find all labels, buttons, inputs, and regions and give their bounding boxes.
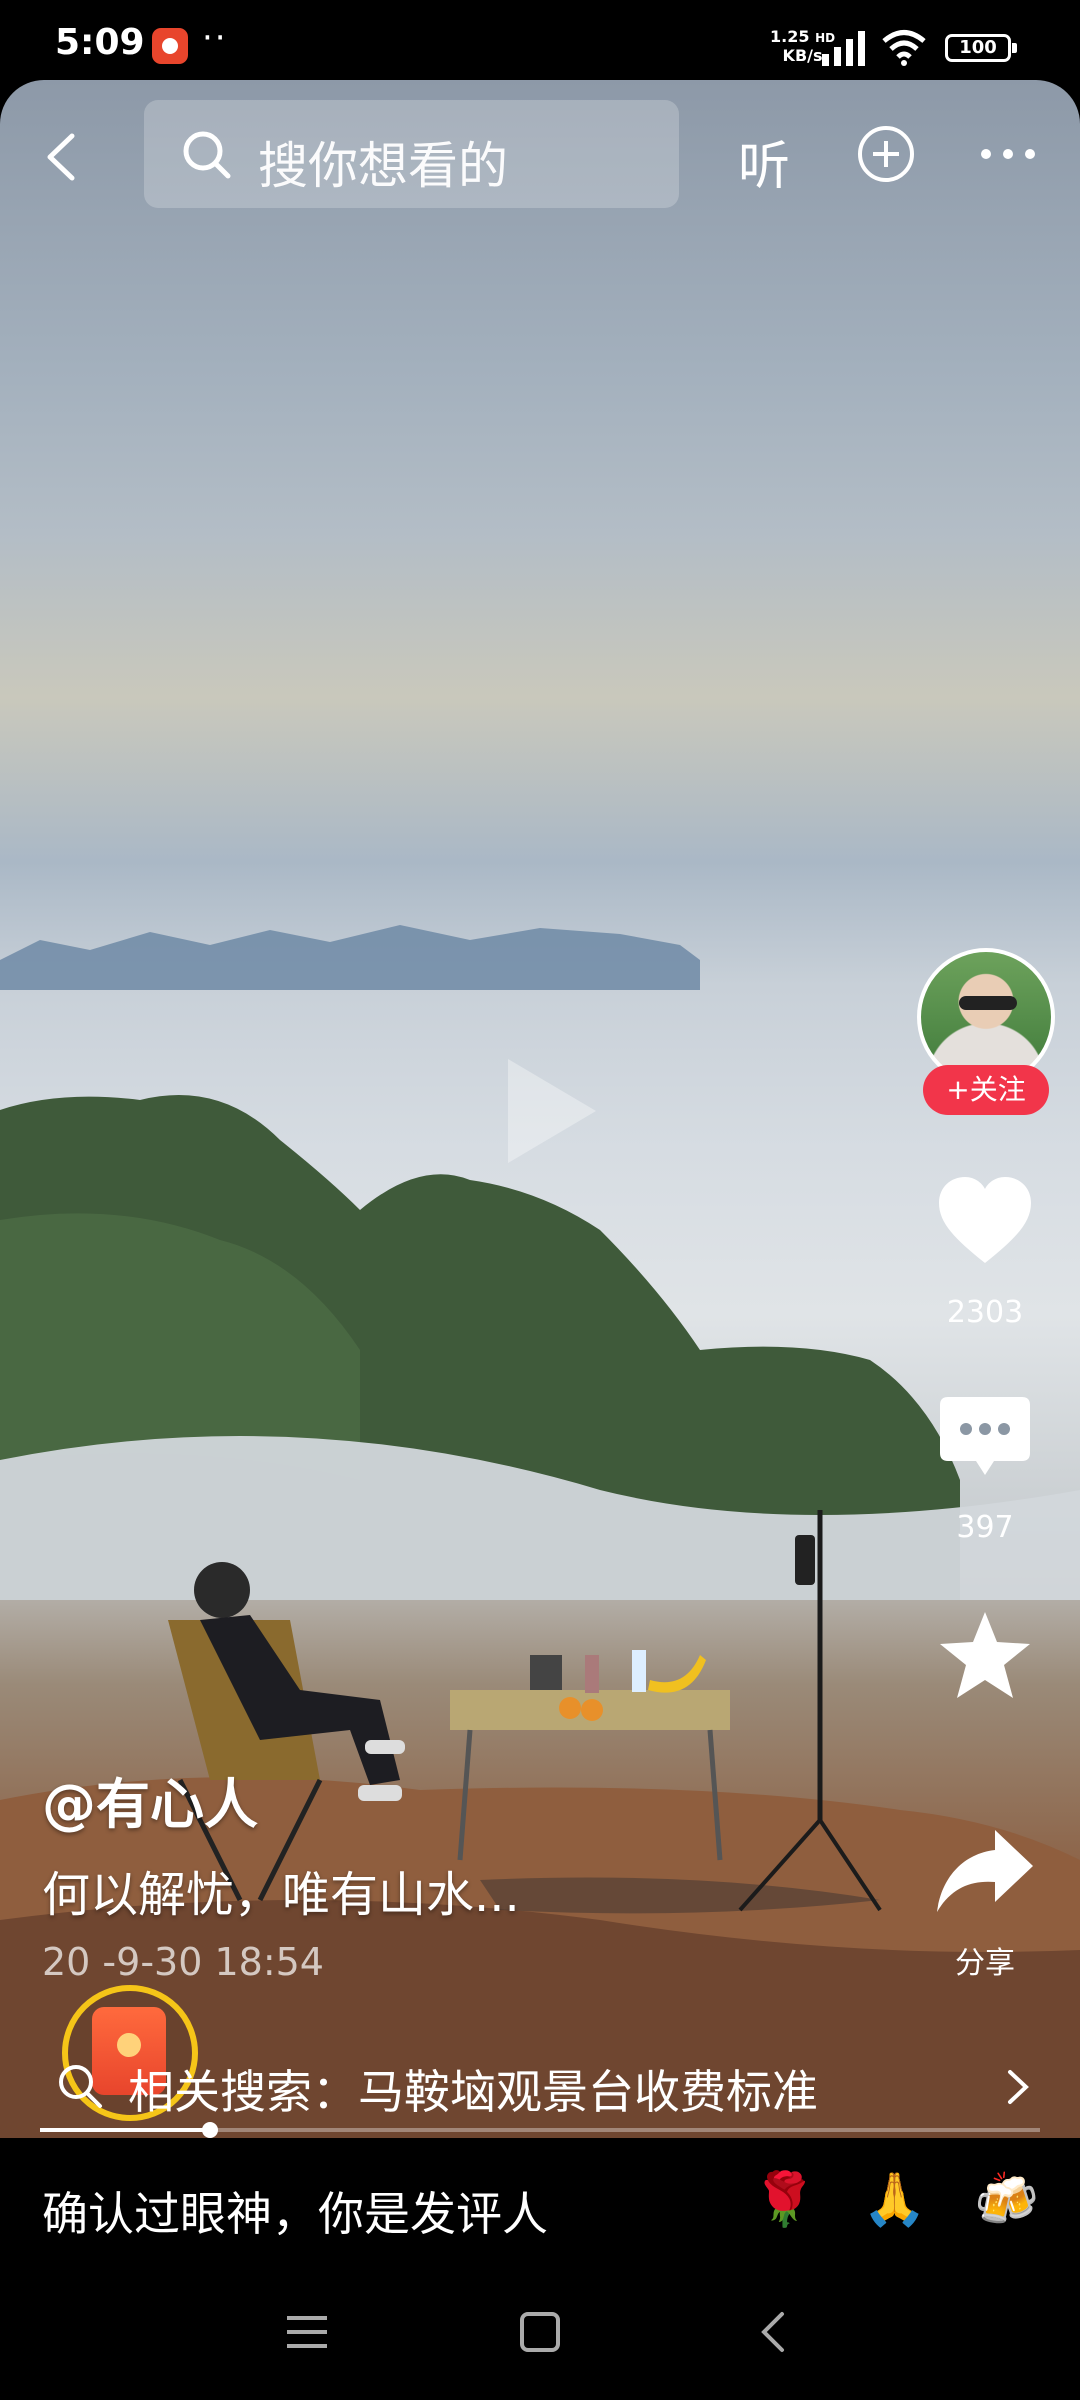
more-notifications-icon: ·· <box>202 18 228 58</box>
listen-button[interactable]: 听 <box>738 124 790 199</box>
avatar-glasses <box>959 996 1017 1010</box>
back-button[interactable] <box>36 130 90 184</box>
cheers-emoji[interactable]: 🍻 <box>974 2168 1039 2232</box>
signal-icon <box>822 31 865 66</box>
home-icon[interactable] <box>518 2310 562 2354</box>
related-search-text: 相关搜索：马鞍垴观景台收费标准 <box>128 2065 818 2119</box>
comment-icon[interactable] <box>938 1395 1032 1485</box>
like-count: 2303 <box>946 1295 1024 1330</box>
wifi-icon <box>882 30 926 66</box>
heart-icon[interactable] <box>935 1175 1035 1267</box>
comment-input[interactable]: 确认过眼神，你是发评人 <box>42 2178 548 2244</box>
post-date: 20 -9-30 18:54 <box>42 1940 324 1984</box>
search-placeholder: 搜你想看的 <box>258 137 508 195</box>
battery-icon: 100 <box>945 34 1017 62</box>
progress-thumb[interactable] <box>202 2122 218 2138</box>
app-notification-icon <box>152 28 188 64</box>
video-player[interactable]: 搜你想看的 听 +关注 2303 397 分享 @有心人 何以解忧，唯有山水..… <box>0 80 1080 2138</box>
play-icon[interactable] <box>500 1055 600 1167</box>
add-icon[interactable] <box>856 124 916 184</box>
video-progress-bar[interactable] <box>40 2122 1040 2138</box>
status-bar: 5:09 ·· 1.25 HD KB/s 100 <box>0 0 1080 80</box>
comment-count: 397 <box>956 1510 1014 1545</box>
more-icon[interactable] <box>978 144 1038 164</box>
pray-emoji[interactable]: 🙏 <box>862 2168 927 2232</box>
related-search-bar[interactable]: 相关搜索：马鞍垴观景台收费标准 <box>0 2050 1080 2120</box>
back-icon[interactable] <box>758 2310 788 2354</box>
search-icon <box>183 131 231 179</box>
system-nav-bar <box>0 2270 1080 2400</box>
rose-emoji[interactable]: 🌹 <box>752 2168 817 2232</box>
search-input[interactable]: 搜你想看的 <box>144 100 679 208</box>
star-icon[interactable] <box>938 1610 1032 1700</box>
video-caption[interactable]: 何以解忧，唯有山水... <box>42 1855 520 1925</box>
comment-bar[interactable]: 确认过眼神，你是发评人 🌹 🙏 🍻 <box>0 2138 1080 2270</box>
status-time: 5:09 <box>55 22 145 63</box>
menu-icon[interactable] <box>285 2312 329 2352</box>
author-name[interactable]: @有心人 <box>42 1760 258 1839</box>
follow-button[interactable]: +关注 <box>923 1065 1049 1115</box>
search-icon <box>59 2065 102 2108</box>
chevron-right-icon <box>1008 2070 1029 2104</box>
share-icon[interactable] <box>935 1828 1035 1916</box>
progress-fill <box>40 2128 210 2132</box>
share-label: 分享 <box>955 1946 1015 1981</box>
distant-mountains <box>0 925 700 990</box>
